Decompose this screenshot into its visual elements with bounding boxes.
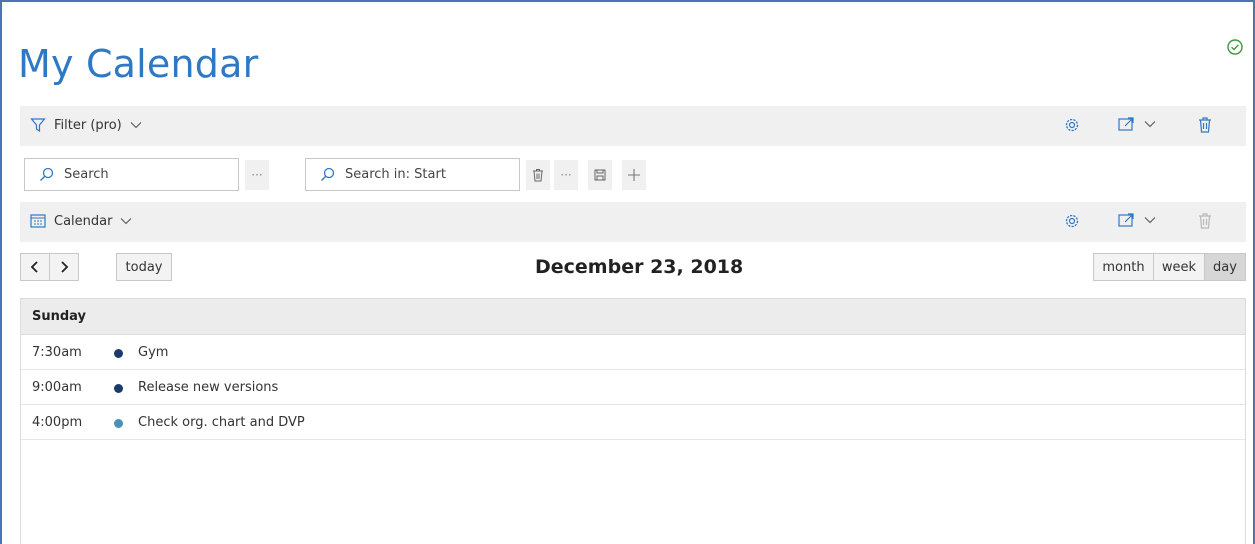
view-week-button[interactable]: week [1153, 253, 1205, 281]
page-title: My Calendar [18, 42, 259, 86]
prev-button[interactable] [20, 253, 50, 281]
export-menu[interactable] [1118, 212, 1156, 228]
search-in-dropdown[interactable]: Search in: Start [305, 158, 520, 191]
event-time: 9:00am [32, 380, 82, 395]
chevron-down-icon [1144, 217, 1156, 224]
search-icon [40, 167, 54, 181]
date-title: December 23, 2018 [535, 256, 744, 278]
day-grid: Sunday 7:30am Gym 9:00am Release new ver… [20, 298, 1246, 544]
search-icon [321, 167, 335, 181]
more-icon: ··· [251, 168, 263, 182]
next-button[interactable] [49, 253, 79, 281]
calendar-label: Calendar [54, 213, 113, 229]
chevron-right-icon [61, 261, 69, 273]
check-circle-icon [1227, 39, 1243, 55]
filter-icon [30, 118, 46, 133]
day-header: Sunday [21, 299, 1245, 335]
export-icon [1118, 213, 1134, 227]
export-menu[interactable] [1118, 116, 1156, 132]
event-title: Gym [138, 345, 169, 360]
search-more-button[interactable]: ··· [245, 160, 269, 190]
plus-icon [628, 169, 640, 181]
event-row[interactable]: 7:30am Gym [21, 335, 1245, 370]
view-month-button[interactable]: month [1093, 253, 1154, 281]
event-row[interactable]: 9:00am Release new versions [21, 370, 1245, 405]
event-dot [114, 384, 123, 393]
export-icon [1118, 117, 1134, 131]
chevron-down-icon [121, 218, 132, 225]
save-icon [594, 169, 606, 181]
search-in-more-button[interactable]: ··· [554, 160, 578, 190]
event-title: Check org. chart and DVP [138, 415, 305, 430]
calendar-bar: Calendar [20, 202, 1246, 242]
search-placeholder: Search [64, 167, 109, 182]
calendar-icon [30, 214, 46, 228]
search-input[interactable]: Search [24, 158, 239, 191]
event-row[interactable]: 4:00pm Check org. chart and DVP [21, 405, 1245, 440]
chevron-down-icon [130, 122, 142, 129]
event-time: 4:00pm [32, 415, 83, 430]
filter-toggle[interactable]: Filter (pro) [30, 117, 150, 133]
calendar-toggle[interactable]: Calendar [30, 213, 140, 229]
filter-bar: Filter (pro) [20, 106, 1246, 146]
search-in-label: Search in: Start [345, 167, 446, 182]
app-frame: My Calendar Filter (pro) Search ··· Sear… [0, 0, 1255, 544]
event-title: Release new versions [138, 380, 279, 395]
event-dot [114, 349, 123, 358]
settings-icon[interactable] [1063, 116, 1081, 134]
delete-search-button[interactable] [526, 160, 550, 190]
delete-icon [1199, 213, 1211, 229]
filter-label: Filter (pro) [54, 117, 122, 133]
chevron-left-icon [30, 261, 38, 273]
event-time: 7:30am [32, 345, 82, 360]
save-search-button[interactable] [588, 160, 612, 190]
delete-icon [533, 169, 543, 182]
today-button[interactable]: today [116, 253, 172, 281]
more-icon: ··· [560, 168, 572, 182]
event-list: 7:30am Gym 9:00am Release new versions 4… [21, 335, 1245, 440]
settings-icon[interactable] [1063, 212, 1081, 230]
add-search-button[interactable] [622, 160, 646, 190]
delete-icon[interactable] [1197, 116, 1213, 134]
event-dot [114, 419, 123, 428]
chevron-down-icon [1144, 121, 1156, 128]
view-day-button[interactable]: day [1204, 253, 1246, 281]
